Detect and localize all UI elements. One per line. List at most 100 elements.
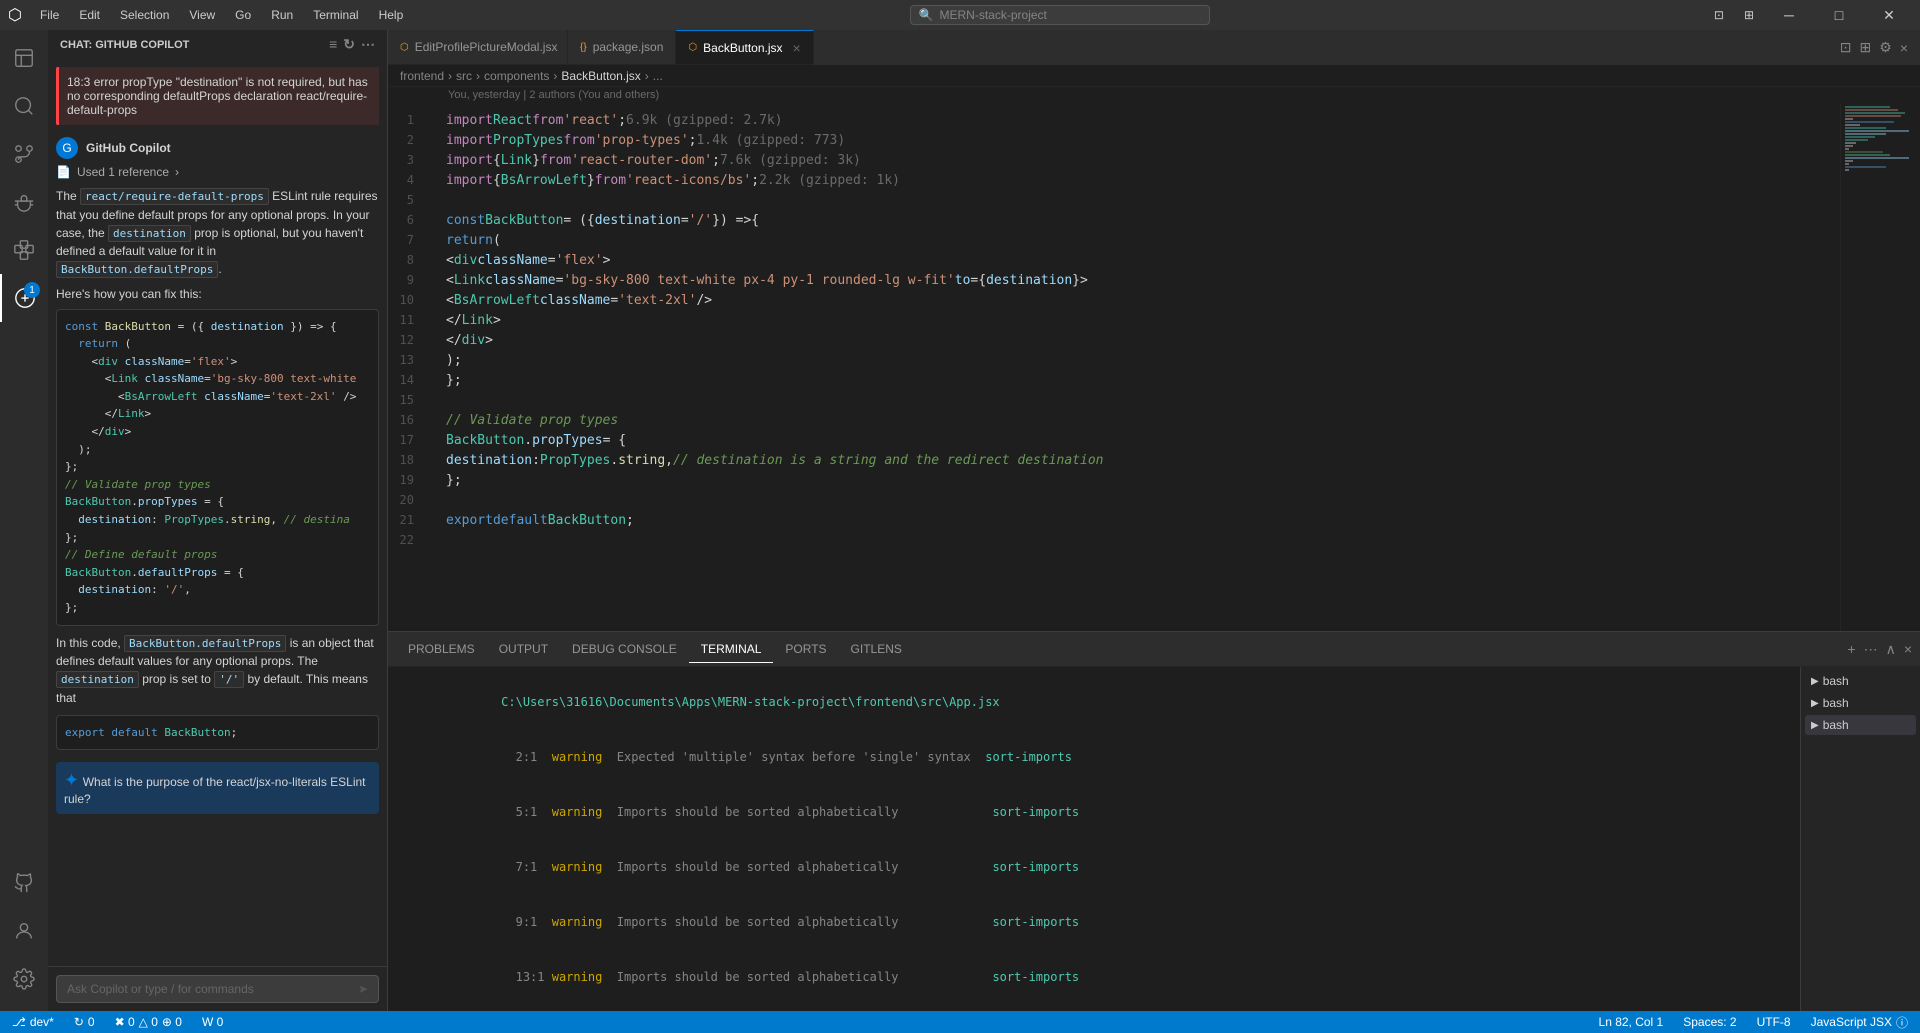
code-line-16: // Validate prop types: [446, 411, 1832, 431]
used-reference[interactable]: 📄 Used 1 reference ›: [56, 165, 379, 179]
status-errors[interactable]: ✖ 0 △ 0 ⊕ 0: [111, 1015, 186, 1029]
terminal-instance-3[interactable]: ▶ bash: [1805, 715, 1916, 735]
tab-terminal[interactable]: TERMINAL: [689, 636, 774, 663]
terminal-instance-label: bash: [1823, 674, 1849, 688]
code-line-5: [446, 191, 1832, 211]
code-line-12: </div>: [446, 331, 1832, 351]
code-line-4: import { BsArrowLeft } from 'react-icons…: [446, 171, 1832, 191]
tab-active-label: BackButton.jsx: [703, 41, 782, 55]
status-position[interactable]: Ln 82, Col 1: [1595, 1015, 1668, 1029]
code-line-2: import PropTypes from 'prop-types'; 1.4k…: [446, 131, 1832, 151]
status-spaces[interactable]: Spaces: 2: [1679, 1015, 1740, 1029]
terminal-instance-2[interactable]: ▶ bash: [1805, 693, 1916, 713]
code-line-20: [446, 491, 1832, 511]
terminal-add-button[interactable]: +: [1847, 641, 1855, 657]
code-line-9: <Link className='bg-sky-800 text-white p…: [446, 271, 1832, 291]
code-block-line: };: [65, 529, 370, 547]
editor-settings-icon[interactable]: ⚙: [1875, 35, 1896, 60]
code-block-export: export default BackButton;: [56, 715, 379, 751]
copilot-name: GitHub Copilot: [86, 141, 171, 155]
tab-output[interactable]: OUTPUT: [487, 636, 560, 662]
code-block-line: // Define default props: [65, 546, 370, 564]
terminal-close-button[interactable]: ×: [1904, 641, 1912, 657]
code-block-line: };: [65, 458, 370, 476]
menu-selection[interactable]: Selection: [110, 4, 179, 26]
code-line-3: import { Link } from 'react-router-dom';…: [446, 151, 1832, 171]
breadcrumb-frontend[interactable]: frontend: [400, 69, 444, 83]
breadcrumb-components[interactable]: components: [484, 69, 549, 83]
terminal-line: 9:1 warning Imports should be sorted alp…: [400, 895, 1788, 949]
status-warnings[interactable]: W 0: [198, 1015, 227, 1029]
chat-title-label: CHAT: GITHUB COPILOT: [60, 39, 189, 51]
menu-terminal[interactable]: Terminal: [303, 4, 368, 26]
code-line-14: };: [446, 371, 1832, 391]
code-block-fix: const BackButton = ({ destination }) => …: [56, 309, 379, 626]
breadcrumb-file[interactable]: BackButton.jsx: [561, 69, 640, 83]
terminal-panel-body: C:\Users\31616\Documents\Apps\MERN-stack…: [388, 667, 1920, 1011]
terminal-instance-icon: ▶: [1811, 676, 1819, 687]
response-paragraph: The react/require-default-props ESLint r…: [56, 187, 379, 279]
tab-packagejson[interactable]: {} package.json: [568, 30, 676, 64]
activity-debug[interactable]: [0, 178, 48, 226]
menu-run[interactable]: Run: [261, 4, 303, 26]
minimap: [1840, 103, 1920, 631]
terminal-content[interactable]: C:\Users\31616\Documents\Apps\MERN-stack…: [388, 667, 1800, 1011]
code-line-13: );: [446, 351, 1832, 371]
activity-search[interactable]: [0, 82, 48, 130]
activity-explorer[interactable]: [0, 34, 48, 82]
menu-help[interactable]: Help: [369, 4, 414, 26]
editor-layout-icon[interactable]: ⊞: [1856, 35, 1876, 60]
used-ref-label: Used 1 reference: [77, 165, 169, 179]
search-placeholder: MERN-stack-project: [940, 8, 1047, 22]
activity-source-control[interactable]: [0, 130, 48, 178]
chat-input-box[interactable]: Ask Copilot or type / for commands ➤: [56, 975, 379, 1003]
activity-settings[interactable]: [0, 955, 48, 1003]
minimize-button[interactable]: ─: [1766, 0, 1812, 30]
status-branch[interactable]: ⎇ dev*: [8, 1015, 58, 1029]
code-content[interactable]: import React from 'react'; 6.9k (gzipped…: [438, 103, 1840, 631]
tab-problems[interactable]: PROBLEMS: [396, 636, 487, 662]
menu-edit[interactable]: Edit: [69, 4, 110, 26]
line-numbers: 1 2 3 4 5 6 7 8 9 10 11 12 13: [388, 103, 438, 631]
window-controls: ⊡ ⊞ ─ □ ✕: [1706, 0, 1912, 30]
activity-copilot[interactable]: 1: [0, 274, 48, 322]
terminal-instance-1[interactable]: ▶ bash: [1805, 671, 1916, 691]
split-editor-icon[interactable]: ⊡: [1836, 35, 1856, 60]
chat-title-actions: ≡ ↻ ⋯: [329, 36, 375, 53]
menu-go[interactable]: Go: [225, 4, 261, 26]
tab-gitlens[interactable]: GITLENS: [839, 636, 914, 662]
terminal-more-button[interactable]: ⋯: [1864, 641, 1878, 658]
maximize-button[interactable]: □: [1816, 0, 1862, 30]
status-encoding[interactable]: UTF-8: [1753, 1015, 1795, 1029]
inline-code-defaultprops: BackButton.defaultProps: [56, 261, 218, 278]
title-bar: ⬡ File Edit Selection View Go Run Termin…: [0, 0, 1920, 30]
chat-more-icon[interactable]: ⋯: [361, 36, 375, 53]
status-sync[interactable]: ↻ 0: [70, 1015, 99, 1029]
terminal-instance-label: bash: [1823, 718, 1849, 732]
activity-remote[interactable]: [0, 859, 48, 907]
breadcrumb-src[interactable]: src: [456, 69, 472, 83]
code-line-22: [446, 531, 1832, 551]
status-language[interactable]: JavaScript JSX ⓘ: [1807, 1014, 1912, 1031]
menu-file[interactable]: File: [30, 4, 69, 26]
activity-extensions[interactable]: [0, 226, 48, 274]
tab-backbutton[interactable]: ⬡ BackButton.jsx ×: [676, 30, 813, 64]
tab-ports[interactable]: PORTS: [773, 636, 838, 662]
terminal-maximize-button[interactable]: ∧: [1886, 641, 1896, 658]
breadcrumb-more[interactable]: ...: [653, 69, 663, 83]
chat-history-icon[interactable]: ≡: [329, 36, 337, 53]
global-search-box[interactable]: 🔍 MERN-stack-project: [910, 5, 1210, 25]
tab-debug-console[interactable]: DEBUG CONSOLE: [560, 636, 689, 662]
code-block-line: );: [65, 441, 370, 459]
terminal-instance-icon: ▶: [1811, 698, 1819, 709]
activity-account[interactable]: [0, 907, 48, 955]
tab-close-button[interactable]: ×: [793, 40, 801, 56]
tab-editprofile[interactable]: ⬡ EditProfilePictureModal.jsx: [388, 30, 568, 64]
close-button[interactable]: ✕: [1866, 0, 1912, 30]
inline-code-dest: destination: [108, 225, 191, 242]
chat-refresh-icon[interactable]: ↻: [343, 36, 355, 53]
editor-close-icon[interactable]: ×: [1896, 36, 1912, 60]
menu-view[interactable]: View: [179, 4, 225, 26]
chat-send-button[interactable]: ➤: [358, 982, 368, 996]
code-line-17: BackButton.propTypes = {: [446, 431, 1832, 451]
